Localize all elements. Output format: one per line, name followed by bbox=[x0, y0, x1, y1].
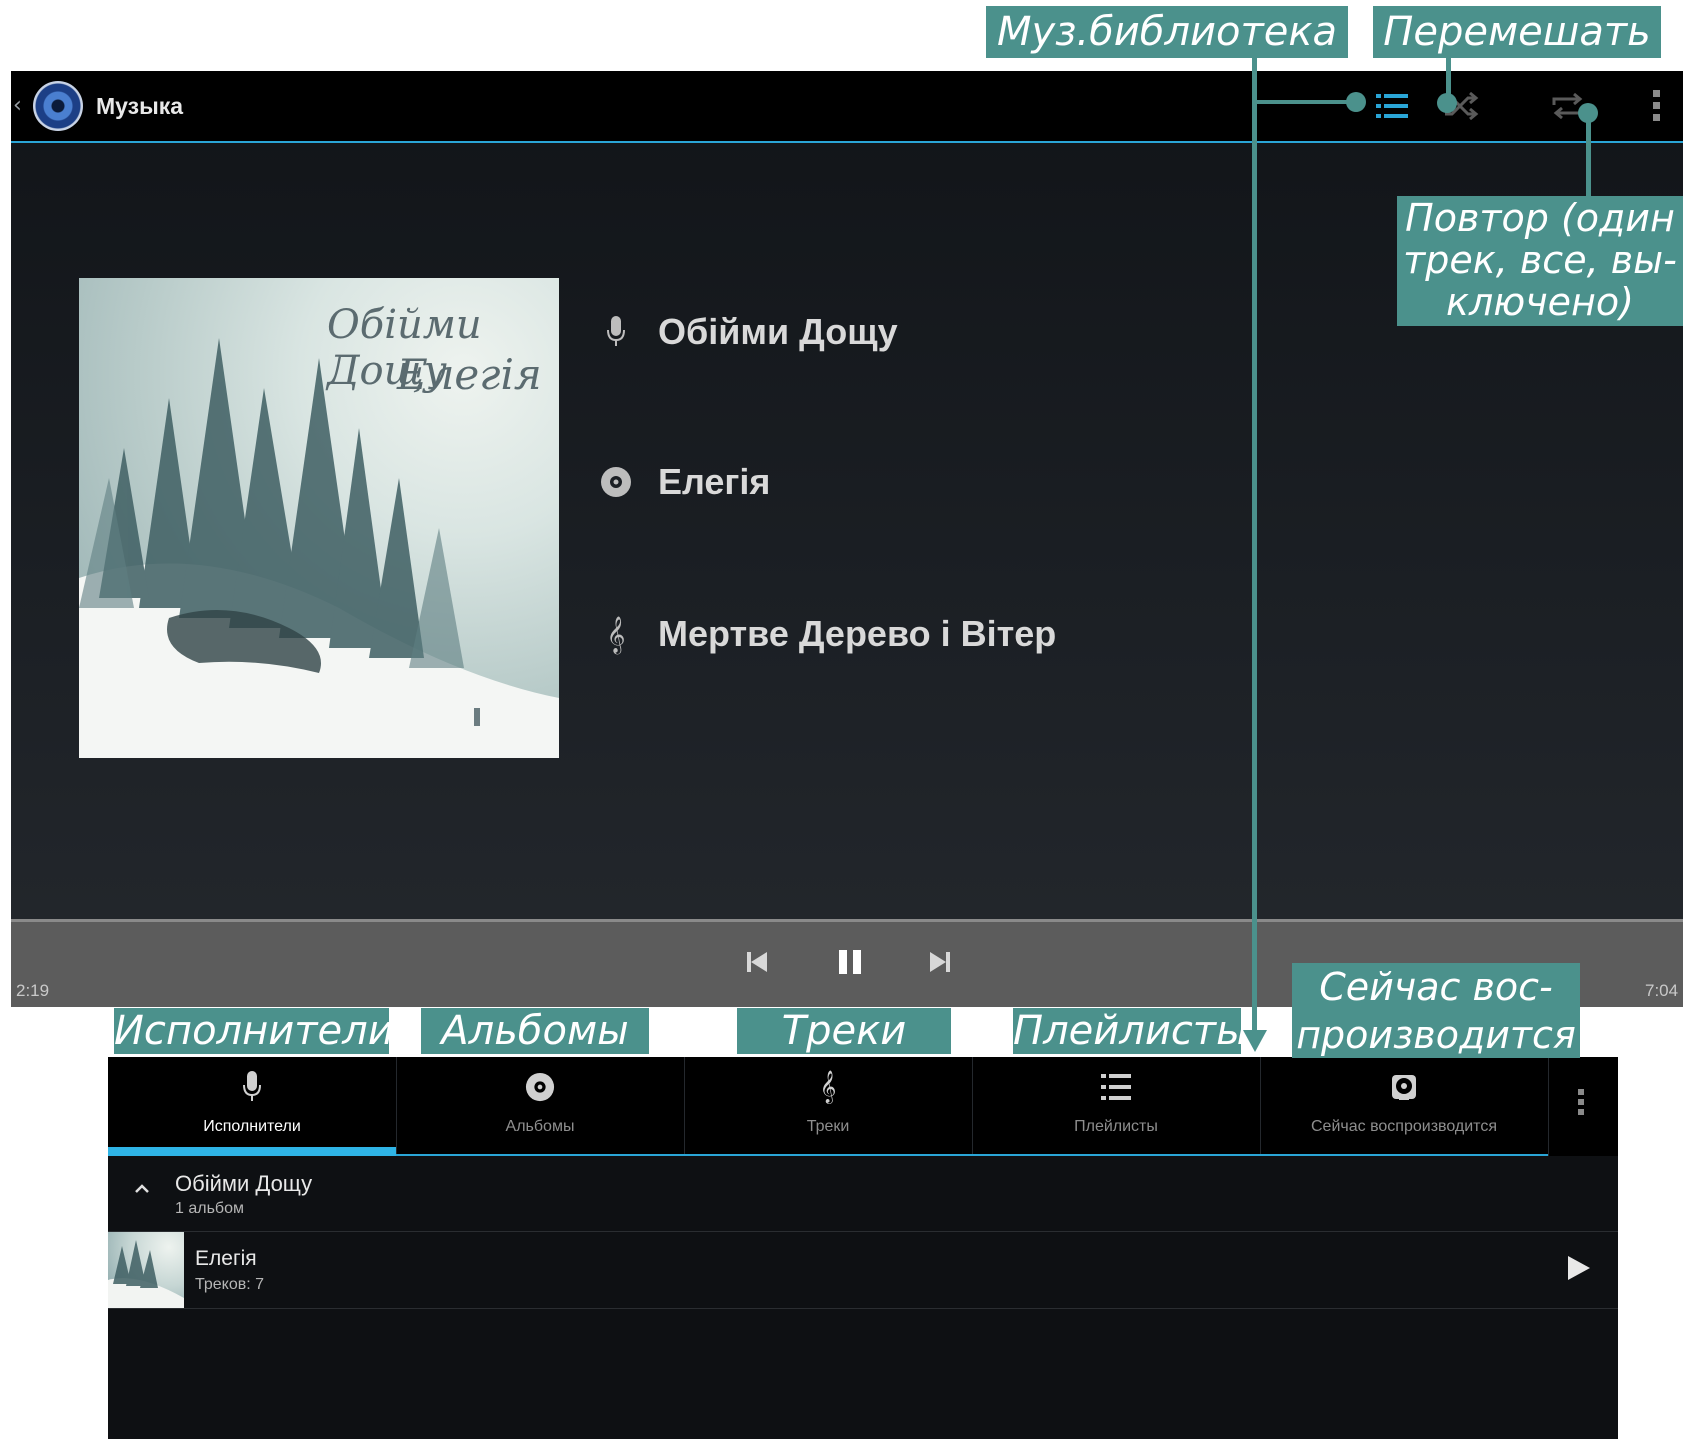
callout-artists: Исполнители bbox=[114, 1008, 394, 1054]
back-chevron-icon[interactable]: ‹ bbox=[13, 93, 22, 118]
tab-bar: Исполнители Альбомы 𝄞 Треки Плейлисты Се… bbox=[108, 1057, 1618, 1156]
treble-clef-icon: 𝄞 bbox=[819, 1070, 837, 1103]
list-item[interactable]: Елегія Треков: 7 bbox=[108, 1232, 1618, 1308]
callout-repeat-line2: трек, все, вы- bbox=[1403, 238, 1677, 282]
action-bar-divider bbox=[11, 141, 1683, 143]
artist-row: Обійми Дощу bbox=[596, 311, 898, 353]
app-title: Музыка bbox=[96, 93, 184, 119]
callout-tracks: Треки bbox=[737, 1008, 951, 1054]
microphone-icon bbox=[596, 312, 636, 352]
callout-albums: Альбомы bbox=[421, 1008, 649, 1054]
album-thumbnail bbox=[108, 1232, 184, 1308]
playlist-icon bbox=[972, 1069, 1260, 1105]
treble-clef-icon: 𝄞 bbox=[606, 614, 626, 653]
callout-shuffle: Перемешать bbox=[1373, 6, 1661, 58]
library-icon[interactable] bbox=[1374, 89, 1410, 123]
callout-now-playing-line2: производится bbox=[1296, 1013, 1576, 1057]
tab-artists[interactable]: Исполнители bbox=[108, 1057, 397, 1156]
callout-repeat-line1: Повтор (один bbox=[1405, 196, 1675, 240]
now-playing-icon bbox=[1260, 1069, 1548, 1105]
elapsed-time: 2:19 bbox=[16, 981, 50, 1000]
leader-dot-library bbox=[1346, 92, 1366, 112]
callout-playlists: Плейлисты bbox=[1013, 1008, 1248, 1054]
tab-tracks[interactable]: 𝄞 Треки bbox=[684, 1057, 973, 1156]
previous-icon[interactable] bbox=[745, 947, 769, 977]
play-icon[interactable] bbox=[1568, 1256, 1590, 1285]
chevron-up-icon[interactable] bbox=[134, 1181, 150, 1199]
tab-label: Плейлисты bbox=[1074, 1118, 1158, 1135]
overflow-menu-icon[interactable] bbox=[1649, 89, 1665, 123]
list-artist-name: Обійми Дощу bbox=[175, 1171, 313, 1196]
tab-label: Исполнители bbox=[203, 1118, 301, 1135]
leader-line-library bbox=[1252, 58, 1257, 1043]
callout-repeat: Повтор (один трек, все, вы- ключено) bbox=[1397, 196, 1683, 326]
leader-arrow-playlists bbox=[1243, 1030, 1267, 1052]
leader-dot-shuffle bbox=[1437, 93, 1457, 113]
leader-dot-repeat bbox=[1578, 103, 1598, 123]
tab-playlists[interactable]: Плейлисты bbox=[972, 1057, 1261, 1156]
tab-label: Треки bbox=[806, 1118, 850, 1135]
list-album-name: Елегія bbox=[195, 1247, 257, 1270]
next-icon[interactable] bbox=[928, 947, 952, 977]
pause-icon[interactable] bbox=[836, 947, 864, 977]
tab-label: Альбомы bbox=[505, 1118, 575, 1135]
tab-overflow-menu-icon[interactable] bbox=[1578, 1089, 1584, 1120]
album-row: Елегія bbox=[596, 461, 770, 503]
tab-albums[interactable]: Альбомы bbox=[396, 1057, 685, 1156]
callout-now-playing: Сейчас вос- производится bbox=[1292, 963, 1580, 1058]
track-name: Мертве Дерево і Вітер bbox=[658, 613, 1057, 654]
total-time: 7:04 bbox=[1645, 981, 1679, 1000]
cover-text-album: Елегія bbox=[397, 350, 542, 399]
tab-now-playing[interactable]: Сейчас воспроизводится bbox=[1260, 1057, 1549, 1156]
disc-icon bbox=[596, 462, 636, 502]
app-logo-icon[interactable] bbox=[33, 81, 83, 131]
leader-line-library-horizontal bbox=[1252, 100, 1358, 104]
album-name: Елегія bbox=[658, 461, 771, 502]
disc-icon bbox=[396, 1069, 684, 1105]
divider bbox=[108, 1308, 1618, 1309]
progress-bar[interactable] bbox=[11, 919, 1683, 922]
artist-group-header[interactable]: Обійми Дощу 1 альбом bbox=[108, 1156, 1618, 1232]
album-cover: Обійми Дощу Елегія bbox=[79, 278, 559, 758]
tab-label: Сейчас воспроизводится bbox=[1311, 1118, 1497, 1135]
callout-repeat-line3: ключено) bbox=[1446, 280, 1634, 324]
track-row: 𝄞 Мертве Дерево і Вітер bbox=[596, 613, 1057, 655]
leader-line-repeat bbox=[1586, 112, 1591, 196]
callout-library: Муз.библиотека bbox=[986, 6, 1348, 58]
microphone-icon bbox=[108, 1069, 396, 1105]
tab-indicator bbox=[108, 1147, 396, 1156]
artist-name: Обійми Дощу bbox=[658, 311, 898, 352]
action-bar: ‹ Музыка bbox=[11, 71, 1683, 141]
library-screen: Исполнители Альбомы 𝄞 Треки Плейлисты Се… bbox=[108, 1057, 1618, 1439]
list-album-track-count: Треков: 7 bbox=[195, 1276, 265, 1293]
callout-now-playing-line1: Сейчас вос- bbox=[1319, 965, 1553, 1009]
list-artist-album-count: 1 альбом bbox=[175, 1200, 244, 1217]
